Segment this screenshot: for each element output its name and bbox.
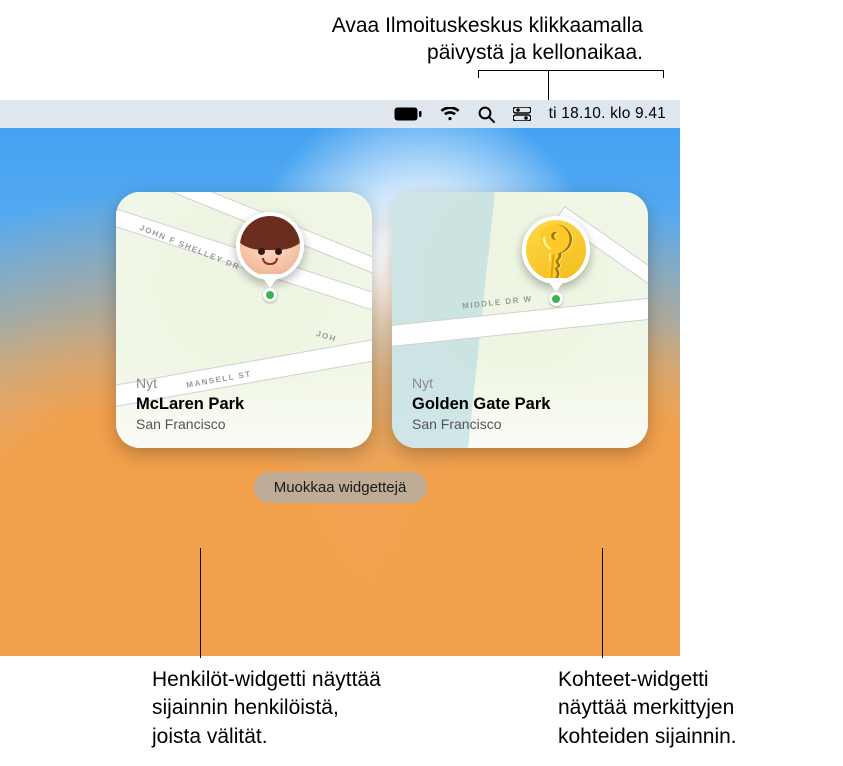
spotlight-icon[interactable] [478, 106, 495, 123]
callout-people-widget: Henkilöt-widgetti näyttää sijainnin henk… [152, 666, 412, 751]
callout-leader-line [200, 548, 201, 658]
control-center-icon[interactable] [513, 107, 531, 121]
callout-datetime-line1: Avaa Ilmoituskeskus klikkaamalla [332, 12, 643, 39]
callout-bracket-tick [663, 70, 664, 78]
callout-bracket-tick [478, 70, 479, 78]
callout-leader-line [548, 70, 549, 100]
callout-datetime-line2: päivystä ja kellonaikaa. [332, 39, 643, 66]
person-pin [236, 212, 304, 280]
desktop: ti 18.10. klo 9.41 JOHN F SHELLEY DR JOH… [0, 100, 680, 656]
findmy-people-widget[interactable]: JOHN F SHELLEY DR JOH MANSELL ST Nyt McL… [116, 192, 372, 448]
findmy-items-widget[interactable]: MIDDLE DR W 🔑 Nyt Golden Gate Park San F… [392, 192, 648, 448]
callout-items-widget: Kohteet-widgetti näyttää merkittyjen koh… [558, 666, 818, 751]
timestamp-label: Nyt [412, 375, 550, 391]
menubar-datetime[interactable]: ti 18.10. klo 9.41 [549, 105, 666, 123]
callout-bracket [478, 70, 664, 71]
memoji-avatar-icon [240, 216, 300, 276]
menubar: ti 18.10. klo 9.41 [0, 100, 680, 128]
item-pin: 🔑 [522, 216, 590, 284]
callout-datetime: Avaa Ilmoituskeskus klikkaamalla päivyst… [332, 12, 643, 67]
widgets-row: JOHN F SHELLEY DR JOH MANSELL ST Nyt McL… [116, 192, 648, 448]
place-name: Golden Gate Park [412, 395, 550, 414]
city-name: San Francisco [136, 416, 244, 432]
edit-widgets-button[interactable]: Muokkaa widgettejä [254, 472, 427, 503]
city-name: San Francisco [412, 416, 550, 432]
street-label: JOH [315, 329, 338, 344]
battery-icon[interactable] [394, 107, 422, 121]
callout-leader-line [602, 548, 603, 658]
widget-info: Nyt Golden Gate Park San Francisco [412, 375, 550, 432]
widget-info: Nyt McLaren Park San Francisco [136, 375, 244, 432]
timestamp-label: Nyt [136, 375, 244, 391]
place-name: McLaren Park [136, 395, 244, 414]
wifi-icon[interactable] [440, 107, 460, 121]
